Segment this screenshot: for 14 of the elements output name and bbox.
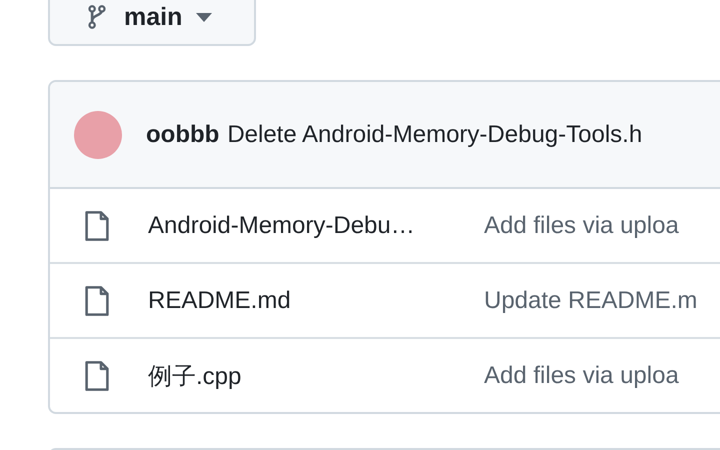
file-icon <box>84 284 110 316</box>
commit-message[interactable]: Delete Android-Memory-Debug-Tools.h <box>227 120 642 148</box>
file-icon <box>84 360 110 392</box>
file-commit-message[interactable]: Update README.m <box>484 286 698 314</box>
file-name[interactable]: README.md <box>148 286 484 314</box>
commit-author[interactable]: oobbb <box>146 120 220 148</box>
branch-button[interactable]: main <box>48 0 256 46</box>
file-icon <box>84 210 110 242</box>
caret-icon <box>196 12 212 22</box>
file-commit-message[interactable]: Add files via uploa <box>484 362 679 390</box>
file-name[interactable]: 例子.cpp <box>148 360 484 392</box>
file-commit-message[interactable]: Add files via uploa <box>484 212 679 240</box>
avatar <box>74 110 122 158</box>
file-name[interactable]: Android-Memory-Debu… <box>148 212 484 240</box>
